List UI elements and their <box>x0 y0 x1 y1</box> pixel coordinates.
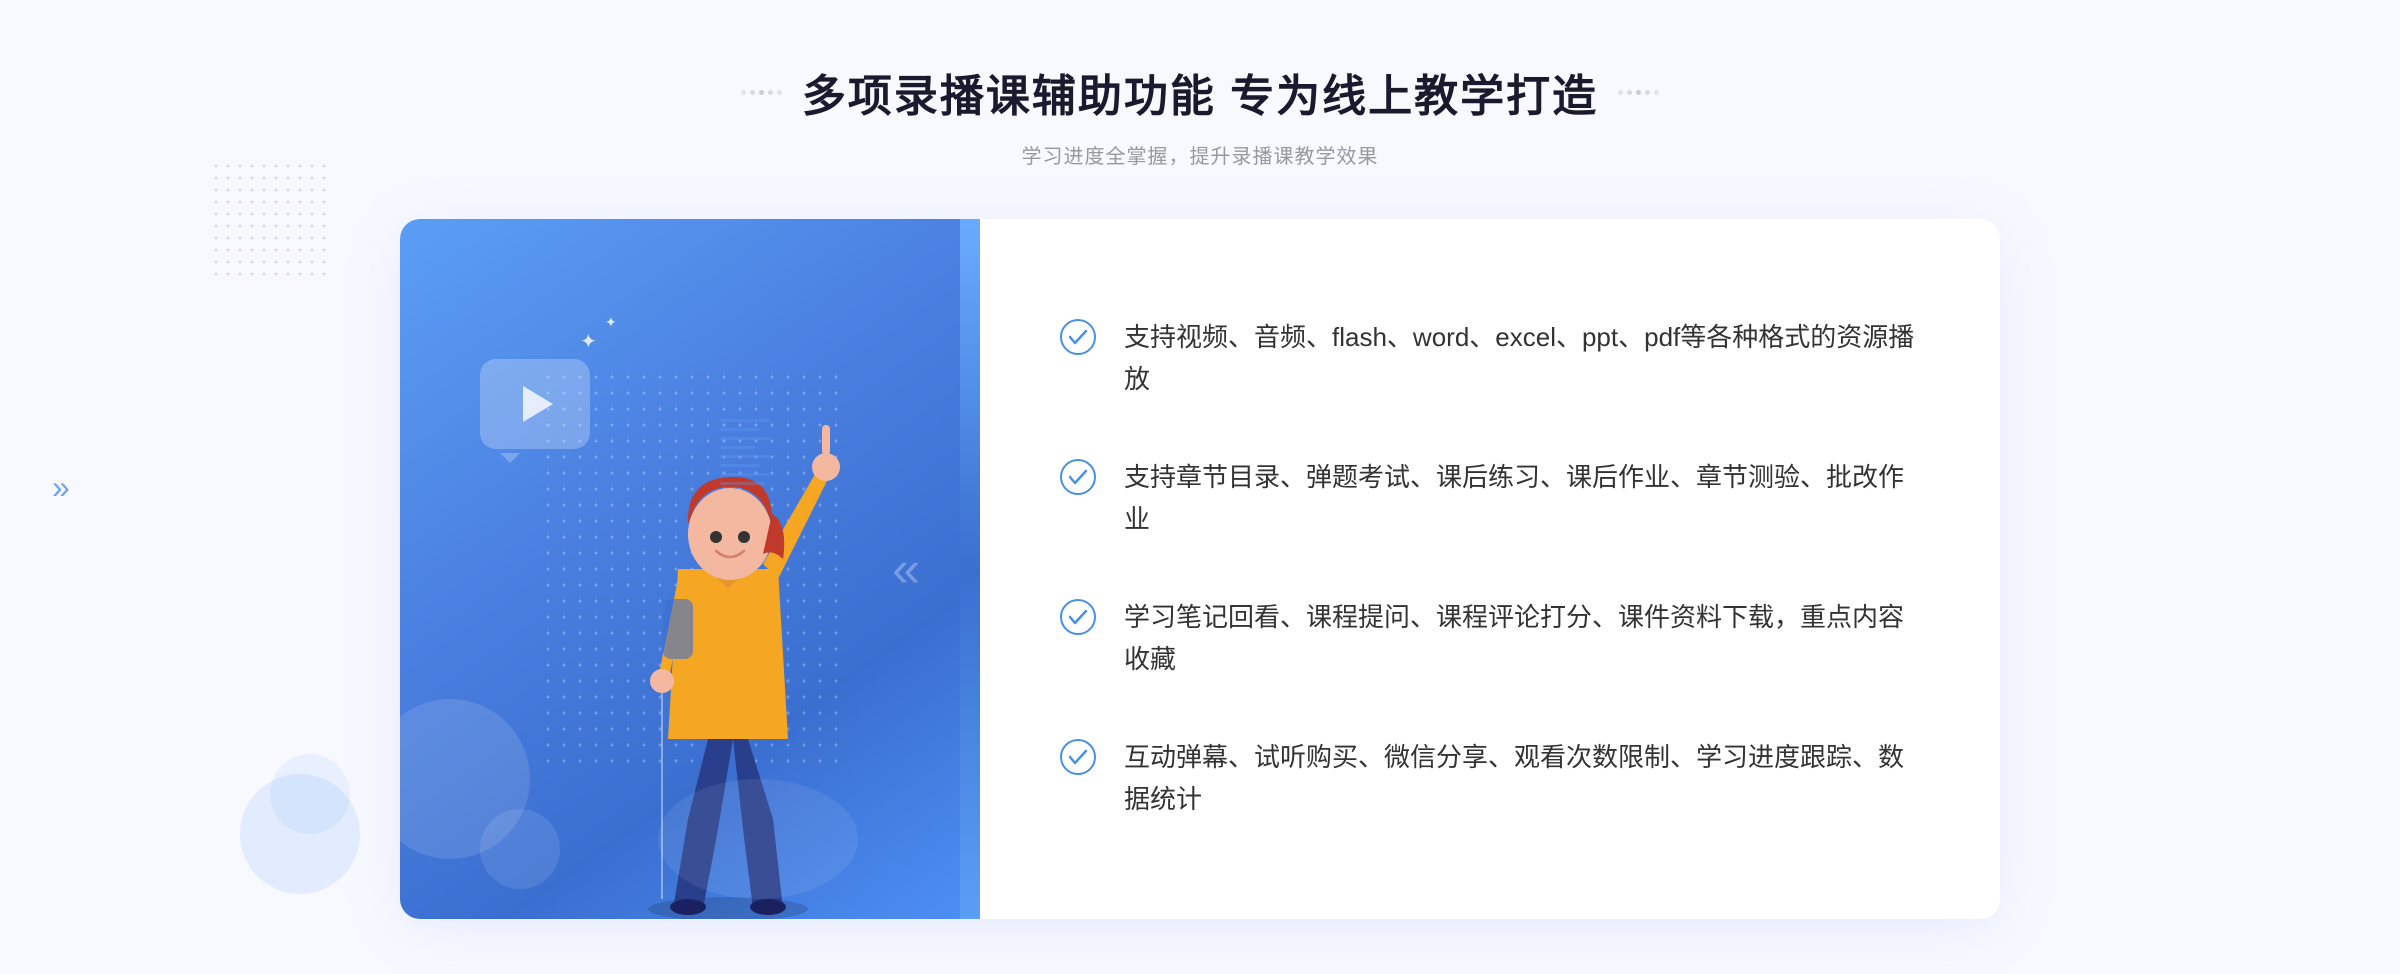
stripe-4 <box>720 446 755 449</box>
check-icon-2 <box>1060 459 1096 495</box>
play-icon <box>523 386 553 422</box>
stripe-1 <box>720 419 770 422</box>
feature-item-2: 支持章节目录、弹题考试、课后练习、课后作业、章节测验、批改作业 <box>1060 439 1920 558</box>
sparkle-star-2: ✦ <box>605 314 617 331</box>
check-icon-1 <box>1060 319 1096 355</box>
title-decorator-right <box>1618 90 1659 95</box>
outer-arrows-decoration: » <box>52 471 70 503</box>
stripe-2 <box>720 428 760 431</box>
check-icon-4 <box>1060 739 1096 775</box>
play-bubble <box>480 359 590 449</box>
check-icon-3 <box>1060 599 1096 635</box>
dot-r-3 <box>1636 90 1641 95</box>
header-section: 多项录播课辅助功能 专为线上教学打造 学习进度全掌握，提升录播课教学效果 <box>741 60 1659 169</box>
stripe-7 <box>720 473 770 476</box>
blue-side-strip <box>960 219 980 919</box>
feature-text-3: 学习笔记回看、课程提问、课程评论打分、课件资料下载，重点内容收藏 <box>1124 597 1920 680</box>
feature-item-3: 学习笔记回看、课程提问、课程评论打分、课件资料下载，重点内容收藏 <box>1060 579 1920 698</box>
title-decorator-left <box>741 90 782 95</box>
dot-5 <box>777 90 782 95</box>
main-content-card: ✦ ✦ « <box>400 219 2000 919</box>
stripe-3 <box>720 437 770 440</box>
dot-r-2 <box>1645 90 1650 95</box>
feature-text-1: 支持视频、音频、flash、word、excel、ppt、pdf等各种格式的资源… <box>1124 317 1920 400</box>
page-wrapper: » 多项录播课辅助功能 专为线上教学打造 学习进度 <box>0 0 2400 974</box>
dot-4 <box>768 90 773 95</box>
dot-3 <box>759 90 764 95</box>
feature-text-2: 支持章节目录、弹题考试、课后练习、课后作业、章节测验、批改作业 <box>1124 457 1920 540</box>
dot-r-1 <box>1654 90 1659 95</box>
stripe-6 <box>720 464 760 467</box>
stripe-8 <box>720 482 765 485</box>
page-title: 多项录播课辅助功能 专为线上教学打造 <box>802 60 1598 124</box>
dot-r-4 <box>1627 90 1632 95</box>
circle-deco-small <box>480 809 560 889</box>
left-circle-small <box>270 754 350 834</box>
content-panel: 支持视频、音频、flash、word、excel、ppt、pdf等各种格式的资源… <box>980 219 2000 919</box>
page-subtitle: 学习进度全掌握，提升录播课教学效果 <box>741 140 1659 169</box>
feature-item-1: 支持视频、音频、flash、word、excel、ppt、pdf等各种格式的资源… <box>1060 299 1920 418</box>
feature-item-4: 互动弹幕、试听购买、微信分享、观看次数限制、学习进度跟踪、数据统计 <box>1060 719 1920 838</box>
illustration-panel: ✦ ✦ « <box>400 219 980 919</box>
feature-text-4: 互动弹幕、试听购买、微信分享、观看次数限制、学习进度跟踪、数据统计 <box>1124 737 1920 820</box>
stripe-decoration <box>720 419 770 499</box>
dot-r-5 <box>1618 90 1623 95</box>
bg-dots-left-decoration <box>210 160 330 280</box>
dot-2 <box>750 90 755 95</box>
stripe-5 <box>720 455 770 458</box>
chevron-right-icon: » <box>52 471 70 503</box>
dot-1 <box>741 90 746 95</box>
header-title-row: 多项录播课辅助功能 专为线上教学打造 <box>741 60 1659 124</box>
